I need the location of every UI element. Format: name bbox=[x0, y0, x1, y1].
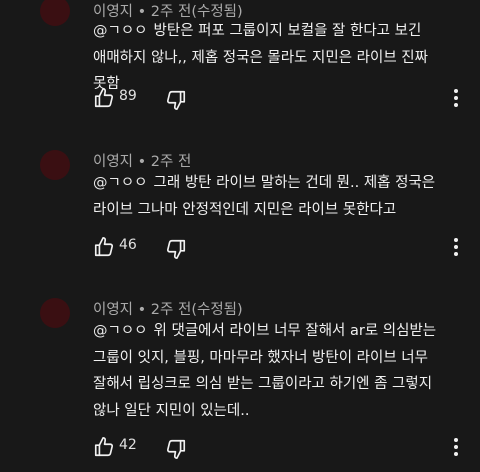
like-button[interactable] bbox=[93, 236, 115, 258]
thumb-down-icon bbox=[166, 439, 186, 459]
comment-actions: 46 bbox=[93, 236, 453, 260]
more-options-button[interactable] bbox=[448, 437, 464, 457]
more-vert-icon bbox=[454, 89, 458, 107]
like-button[interactable] bbox=[93, 87, 115, 109]
avatar[interactable] bbox=[40, 0, 70, 26]
thumb-down-icon bbox=[166, 239, 186, 259]
mention-link[interactable]: @ㄱㅇㅇ bbox=[93, 323, 148, 339]
comment-time[interactable]: • 2주 전(수정됨) bbox=[138, 302, 243, 318]
thumb-up-icon bbox=[94, 437, 114, 457]
like-count: 42 bbox=[119, 437, 137, 453]
comment-meta: 이영지 • 2주 전 bbox=[93, 150, 191, 171]
dislike-button[interactable] bbox=[165, 438, 187, 460]
more-vert-icon bbox=[454, 238, 458, 256]
more-options-button[interactable] bbox=[448, 88, 464, 108]
author-name[interactable]: 이영지 bbox=[93, 302, 133, 318]
thumb-up-icon bbox=[94, 237, 114, 257]
comment-text: @ㄱㅇㅇ 위 댓글에서 라이브 너무 잘해서 ar로 의심받는 그룹이 잇지, 블… bbox=[93, 318, 443, 424]
like-button[interactable] bbox=[93, 436, 115, 458]
comment-time[interactable]: • 2주 전 bbox=[138, 154, 192, 170]
thumb-up-icon bbox=[94, 88, 114, 108]
comment-text: @ㄱㅇㅇ 그래 방탄 라이브 말하는 건데 뭔.. 제홉 정국은 라이브 그나마 … bbox=[93, 170, 443, 223]
avatar[interactable] bbox=[40, 150, 70, 180]
more-options-button[interactable] bbox=[448, 237, 464, 257]
mention-link[interactable]: @ㄱㅇㅇ bbox=[93, 175, 148, 191]
author-name[interactable]: 이영지 bbox=[93, 154, 133, 170]
comment-actions: 89 bbox=[93, 87, 453, 111]
dislike-button[interactable] bbox=[165, 89, 187, 111]
like-count: 89 bbox=[119, 88, 137, 104]
more-vert-icon bbox=[454, 438, 458, 456]
comment-actions: 42 bbox=[93, 436, 453, 460]
comment-meta: 이영지 • 2주 전(수정됨) bbox=[93, 298, 243, 319]
dislike-button[interactable] bbox=[165, 238, 187, 260]
comment-text: @ㄱㅇㅇ 방탄은 퍼포 그룹이지 보컬을 잘 한다고 보긴 애매하지 않나,, 제… bbox=[93, 18, 443, 98]
avatar[interactable] bbox=[40, 298, 70, 328]
like-count: 46 bbox=[119, 237, 137, 253]
mention-link[interactable]: @ㄱㅇㅇ bbox=[93, 23, 148, 39]
thumb-down-icon bbox=[166, 90, 186, 110]
